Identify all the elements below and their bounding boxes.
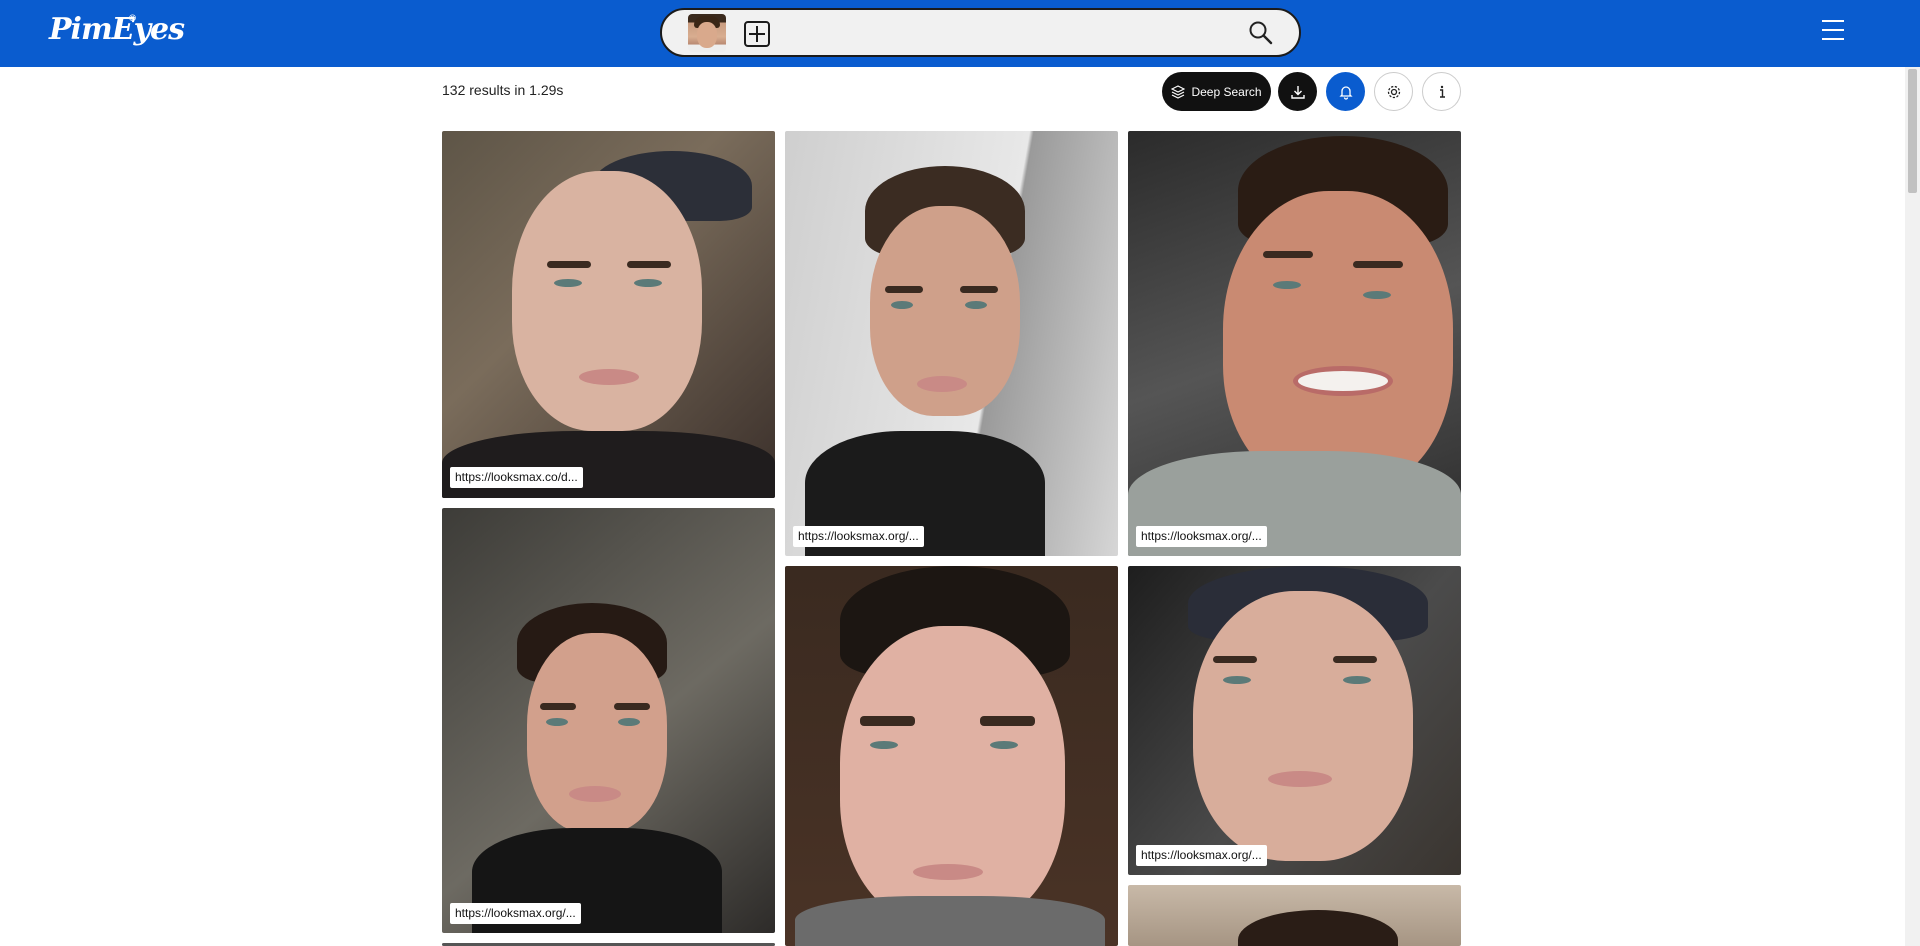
result-card[interactable]: https://looksmax.org/... (442, 508, 775, 933)
result-source-url[interactable]: https://looksmax.org/... (793, 526, 924, 547)
uploaded-photo-thumbnail[interactable] (688, 14, 726, 52)
deep-search-button[interactable]: Deep Search (1162, 72, 1271, 111)
download-icon (1290, 85, 1305, 99)
scrollbar-thumb[interactable] (1908, 69, 1917, 193)
search-icon[interactable] (1248, 20, 1274, 46)
deep-search-label: Deep Search (1191, 84, 1262, 99)
top-bar: PimEyes® (0, 0, 1920, 67)
gear-icon (1387, 85, 1400, 98)
pimeyes-logo[interactable]: PimEyes® (49, 12, 192, 47)
result-card[interactable]: https://looksmax.org/... (785, 131, 1118, 556)
info-icon (1439, 85, 1445, 98)
bell-icon (1338, 85, 1353, 100)
page-scrollbar[interactable] (1905, 67, 1920, 946)
download-button[interactable] (1278, 72, 1317, 111)
result-card[interactable] (1128, 885, 1461, 946)
result-card[interactable]: https://looksmax.org/... (1128, 131, 1461, 556)
result-card[interactable]: https://looksmax.co/d... (442, 131, 775, 498)
result-source-url[interactable]: https://looksmax.co/d... (450, 467, 583, 488)
layers-icon (1171, 84, 1186, 99)
alert-button[interactable] (1326, 72, 1365, 111)
result-card[interactable]: https://looksmax.org/... (1128, 566, 1461, 875)
results-count: 132 results in 1.29s (442, 82, 564, 98)
info-button[interactable] (1422, 72, 1461, 111)
search-bar[interactable] (660, 8, 1301, 57)
result-source-url[interactable]: https://looksmax.org/... (1136, 526, 1267, 547)
result-card[interactable] (785, 566, 1118, 946)
add-photo-icon[interactable] (744, 21, 770, 47)
result-source-url[interactable]: https://looksmax.org/... (1136, 845, 1267, 866)
hamburger-menu-icon[interactable] (1822, 20, 1844, 42)
settings-button[interactable] (1374, 72, 1413, 111)
result-source-url[interactable]: https://looksmax.org/... (450, 903, 581, 924)
